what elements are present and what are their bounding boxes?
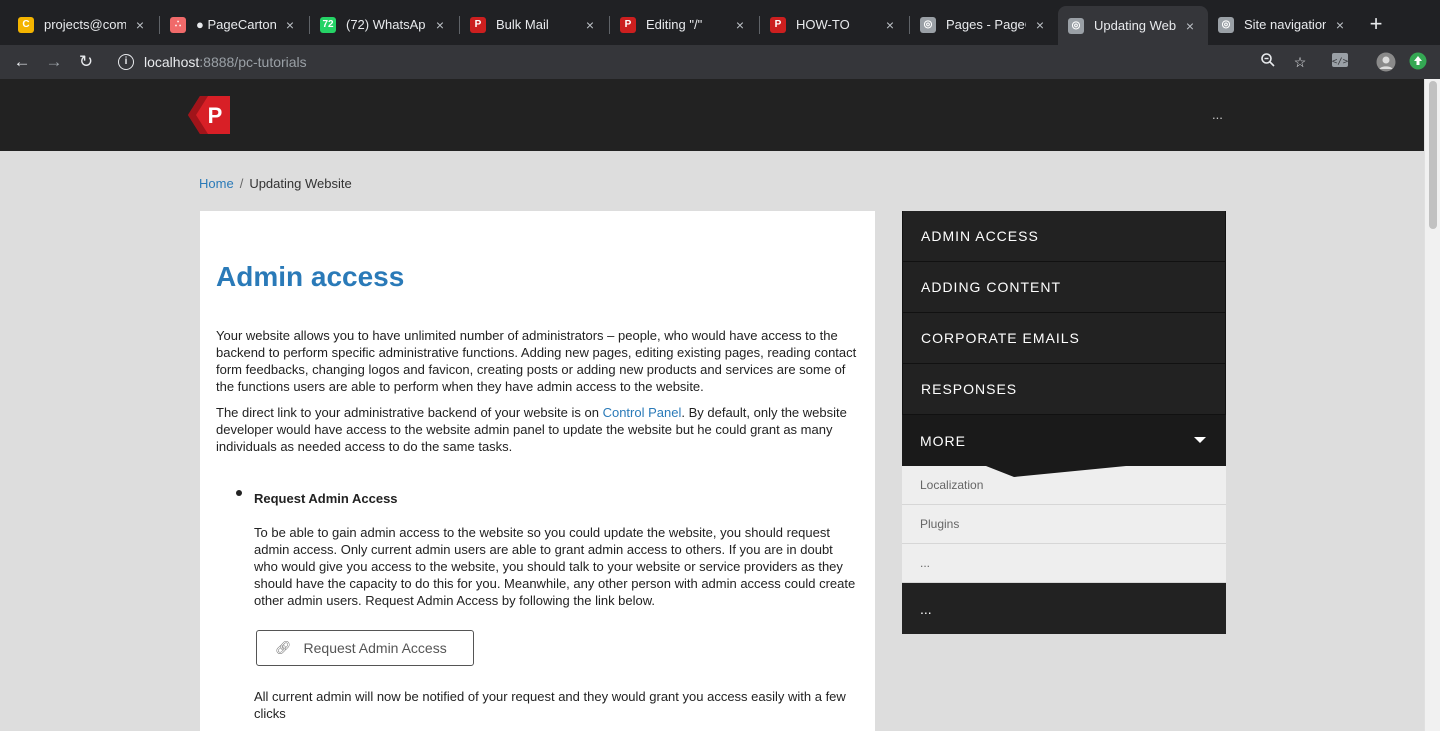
browser-tab[interactable]: P HOW-TO × bbox=[760, 8, 908, 41]
tab-close-icon[interactable]: × bbox=[732, 17, 748, 33]
tab-title: Bulk Mail bbox=[496, 17, 549, 32]
browser-tab[interactable]: P Bulk Mail × bbox=[460, 8, 608, 41]
tab-title: HOW-TO bbox=[796, 17, 850, 32]
browser-tab[interactable]: ◎ Updating Webs × bbox=[1058, 6, 1208, 45]
submenu-notch bbox=[902, 466, 1226, 477]
caret-down-icon bbox=[1194, 437, 1206, 443]
request-admin-access-label: Request Admin Access bbox=[303, 640, 447, 656]
tab-close-icon[interactable]: × bbox=[1182, 18, 1198, 34]
nav-item-adding-content[interactable]: ADDING CONTENT bbox=[902, 262, 1226, 313]
notification-paragraph: All current admin will now be notified o… bbox=[254, 689, 846, 721]
scrollbar-thumb[interactable] bbox=[1429, 81, 1437, 229]
submenu-item-localization[interactable]: Localization bbox=[902, 466, 1226, 505]
tab-close-icon[interactable]: × bbox=[432, 17, 448, 33]
pagecarton-icon: P bbox=[770, 16, 786, 33]
page-scrollbar[interactable] bbox=[1424, 79, 1440, 731]
whatsapp-icon: 72 bbox=[320, 16, 336, 33]
submenu-label: Localization bbox=[920, 478, 984, 492]
url-path: :8888/pc-tutorials bbox=[199, 54, 307, 70]
breadcrumb-current: Updating Website bbox=[249, 176, 352, 191]
pagecarton-icon: P bbox=[620, 16, 636, 33]
browser-tab[interactable]: ◎ Pages - PageC × bbox=[910, 8, 1058, 41]
browser-tab[interactable]: Cprojects@come × bbox=[8, 8, 158, 41]
nav-more-label: MORE bbox=[920, 432, 966, 449]
browser-tab[interactable]: ◎ Site navigation × bbox=[1208, 8, 1358, 41]
tab-strip: + Cprojects@come × ∴ ● PageCarton × 72 (72) Wh… bbox=[0, 0, 1440, 45]
tab-close-icon[interactable]: × bbox=[1032, 17, 1048, 33]
back-icon[interactable]: ← bbox=[10, 50, 34, 74]
url-host: localhost bbox=[144, 54, 200, 70]
header-menu-button[interactable]: ... bbox=[1212, 107, 1223, 122]
tab-title: Site navigation bbox=[1244, 17, 1326, 32]
tab-close-icon[interactable]: × bbox=[582, 17, 598, 33]
para-text: The direct link to your administrative b… bbox=[216, 405, 603, 420]
nav-item-more[interactable]: MORE bbox=[902, 415, 1226, 466]
browser-toolbar: ← → ↻ i localhost:8888/pc-tutorials ☆ </… bbox=[0, 45, 1440, 79]
tab-close-icon[interactable]: × bbox=[282, 17, 298, 33]
request-admin-access-button[interactable]: 🔗︎ Request Admin Access bbox=[256, 630, 474, 666]
nav-item-admin-access[interactable]: ADMIN ACCESS bbox=[902, 211, 1226, 262]
tab-close-icon[interactable]: × bbox=[132, 17, 148, 33]
bullet-title: Request Admin Access bbox=[254, 491, 398, 506]
profile-avatar[interactable] bbox=[1376, 52, 1396, 72]
svg-text:P: P bbox=[208, 103, 223, 128]
globe-icon: ◎ bbox=[1068, 17, 1084, 34]
article-card: Admin access Your website allows you to … bbox=[200, 211, 875, 731]
link-icon: 🔗︎ bbox=[275, 640, 292, 655]
new-tab-button[interactable]: + bbox=[1364, 12, 1388, 36]
forward-icon[interactable]: → bbox=[42, 50, 66, 74]
tab-title: (72) WhatsApp bbox=[346, 17, 426, 32]
control-panel-link[interactable]: Control Panel bbox=[603, 405, 682, 420]
svg-text:</>: </> bbox=[1332, 57, 1349, 67]
bookmark-star-icon[interactable]: ☆ bbox=[1290, 52, 1310, 72]
nav-item-responses[interactable]: RESPONSES bbox=[902, 364, 1226, 415]
submenu-item-more[interactable]: ... bbox=[902, 544, 1226, 583]
page-viewport: P ... Home / Updating Website Admin access… bbox=[0, 79, 1440, 731]
side-navigation: ADMIN ACCESS ADDING CONTENT CORPORATE EM… bbox=[902, 211, 1226, 634]
reload-icon[interactable]: ↻ bbox=[74, 50, 98, 74]
asana-icon: ∴ bbox=[170, 16, 186, 33]
breadcrumb-home-link[interactable]: Home bbox=[199, 176, 234, 191]
update-icon[interactable] bbox=[1408, 52, 1428, 72]
email-icon: C bbox=[18, 16, 34, 33]
tab-title: ● PageCarton bbox=[196, 17, 276, 32]
globe-icon: ◎ bbox=[1218, 16, 1234, 33]
tab-close-icon[interactable]: × bbox=[882, 17, 898, 33]
article-title: Admin access bbox=[216, 261, 405, 292]
tab-title: projects@come bbox=[44, 17, 126, 32]
address-bar[interactable]: i localhost:8888/pc-tutorials bbox=[110, 47, 1320, 77]
tab-title: Editing "/" bbox=[646, 17, 703, 32]
nav-item-ellipsis[interactable]: ... bbox=[902, 583, 1226, 634]
pagecarton-logo-icon[interactable]: P bbox=[188, 96, 230, 134]
tab-title: Pages - PageC bbox=[946, 17, 1026, 32]
breadcrumb: Home / Updating Website bbox=[199, 176, 352, 191]
browser-tab[interactable]: ∴ ● PageCarton × bbox=[160, 8, 308, 41]
tab-title: Updating Webs bbox=[1094, 18, 1176, 33]
article-backend-paragraph: The direct link to your administrative b… bbox=[216, 404, 861, 455]
nav-item-corporate-emails[interactable]: CORPORATE EMAILS bbox=[902, 313, 1226, 364]
submenu-item-plugins[interactable]: Plugins bbox=[902, 505, 1226, 544]
bullet-dot bbox=[236, 490, 242, 496]
article-intro-paragraph: Your website allows you to have unlimite… bbox=[216, 328, 857, 394]
pagecarton-icon: P bbox=[470, 16, 486, 33]
zoom-icon[interactable] bbox=[1258, 52, 1278, 72]
globe-icon: ◎ bbox=[920, 16, 936, 33]
browser-tab[interactable]: 72 (72) WhatsApp × bbox=[310, 8, 458, 41]
site-info-icon[interactable]: i bbox=[118, 54, 134, 70]
extension-icon[interactable]: </> bbox=[1330, 52, 1350, 72]
tab-close-icon[interactable]: × bbox=[1332, 17, 1348, 33]
request-access-paragraph: To be able to gain admin access to the w… bbox=[254, 525, 856, 608]
breadcrumb-separator: / bbox=[239, 176, 244, 191]
browser-tab[interactable]: P Editing "/" × bbox=[610, 8, 758, 41]
site-header: P ... bbox=[0, 79, 1424, 151]
